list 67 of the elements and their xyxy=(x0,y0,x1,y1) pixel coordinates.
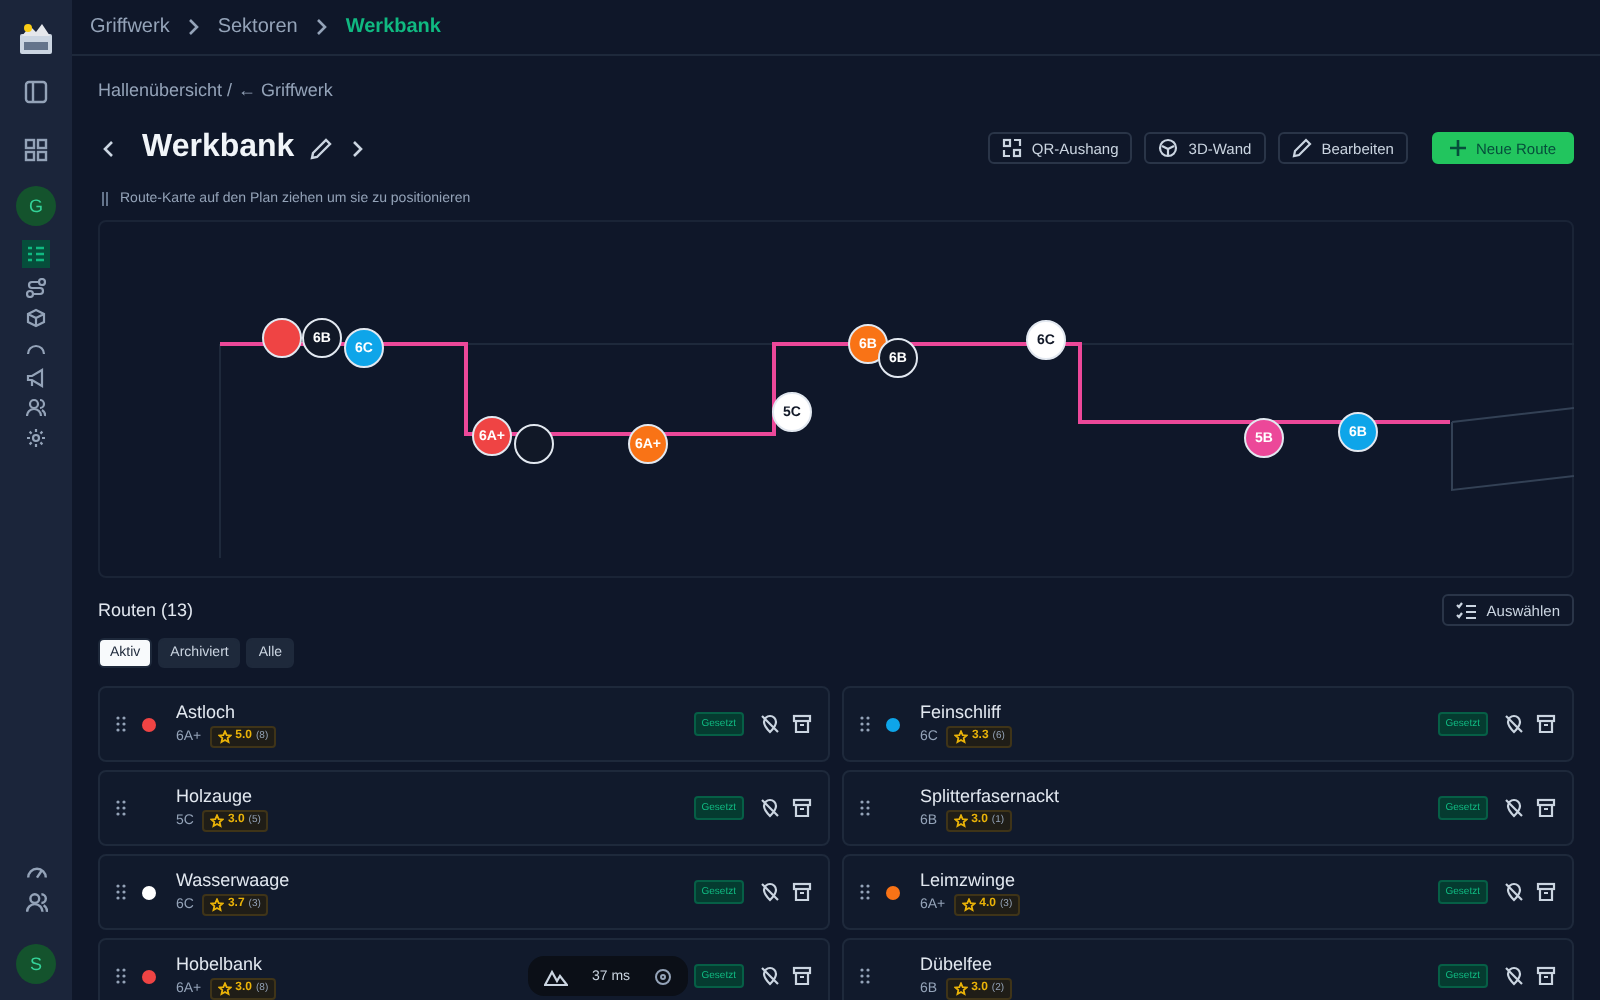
route-name: Dübelfee xyxy=(920,953,995,973)
avatar[interactable]: S xyxy=(16,944,56,984)
cube-icon[interactable] xyxy=(26,308,46,328)
drag-handle-icon[interactable] xyxy=(116,800,126,816)
hide-icon[interactable] xyxy=(760,882,780,902)
plus-icon xyxy=(1449,140,1466,156)
breadcrumb-link[interactable]: Werkbank xyxy=(345,16,441,38)
pencil-icon[interactable] xyxy=(310,137,333,159)
archive-icon[interactable] xyxy=(792,882,812,902)
breadcrumb-link[interactable]: Griffwerk xyxy=(90,16,170,38)
hide-icon[interactable] xyxy=(1504,966,1524,986)
route-pin[interactable] xyxy=(514,424,554,464)
hide-icon[interactable] xyxy=(1504,798,1524,818)
target-icon[interactable] xyxy=(654,967,673,985)
route-pin[interactable] xyxy=(262,318,302,358)
next-icon[interactable] xyxy=(352,139,365,157)
grid-icon[interactable] xyxy=(24,138,48,162)
archive-icon[interactable] xyxy=(1536,966,1556,986)
breadcrumb-link[interactable]: Sektoren xyxy=(217,16,298,38)
drag-handle-icon[interactable] xyxy=(860,800,870,816)
route-name: Leimzwinge xyxy=(920,869,1018,889)
drag-handle-icon[interactable] xyxy=(860,884,870,900)
hide-icon[interactable] xyxy=(760,798,780,818)
archive-icon[interactable] xyxy=(792,714,812,734)
list-icon[interactable] xyxy=(22,240,50,268)
hide-icon[interactable] xyxy=(760,714,780,734)
route-name: Wasserwaage xyxy=(176,869,290,889)
hide-icon[interactable] xyxy=(1504,714,1524,734)
chevron-icon xyxy=(187,18,200,36)
hide-icon[interactable] xyxy=(1504,882,1524,902)
sidebar-toggle-icon[interactable] xyxy=(24,80,48,104)
hide-icon[interactable] xyxy=(760,966,780,986)
chevron-icon xyxy=(315,18,328,36)
settings-icon[interactable] xyxy=(26,428,46,448)
route-icon[interactable] xyxy=(26,278,46,298)
archive-icon[interactable] xyxy=(792,966,812,986)
users-icon[interactable] xyxy=(25,892,47,914)
page-title: Werkbank xyxy=(142,130,295,166)
qr-code-icon xyxy=(1001,138,1022,158)
users-icon[interactable] xyxy=(26,398,46,418)
grip-icon xyxy=(102,192,108,206)
route-name: Holzauge xyxy=(176,785,255,805)
avatar[interactable]: G xyxy=(16,186,56,226)
route-name: Hobelbank xyxy=(176,953,265,973)
wall-outline xyxy=(1451,407,1574,492)
drag-handle-icon[interactable] xyxy=(860,716,870,732)
drag-handle-icon[interactable] xyxy=(116,716,126,732)
back-link[interactable]: ← Griffwerk xyxy=(238,80,333,100)
mountain-icon[interactable] xyxy=(544,967,568,985)
archive-icon[interactable] xyxy=(792,798,812,818)
archive-icon[interactable] xyxy=(1536,714,1556,734)
logo-icon xyxy=(18,20,54,56)
previous-icon[interactable] xyxy=(102,139,114,157)
checklist-icon xyxy=(1456,601,1477,619)
megaphone-icon[interactable] xyxy=(26,368,46,388)
archive-icon[interactable] xyxy=(1536,882,1556,902)
cube-icon xyxy=(1158,138,1179,158)
section-title: Routen (13) xyxy=(98,600,194,620)
route-name: Splitterfasernackt xyxy=(920,785,1060,805)
drag-handle-icon[interactable] xyxy=(116,968,126,984)
breadcrumb-text: Hallenübersicht / xyxy=(98,80,233,100)
archive-icon[interactable] xyxy=(1536,798,1556,818)
drag-handle-icon[interactable] xyxy=(116,884,126,900)
route-name: Feinschliff xyxy=(920,701,1003,721)
drag-handle-icon[interactable] xyxy=(860,968,870,984)
pencil-icon xyxy=(1291,138,1312,158)
route-name: Astloch xyxy=(176,701,238,721)
